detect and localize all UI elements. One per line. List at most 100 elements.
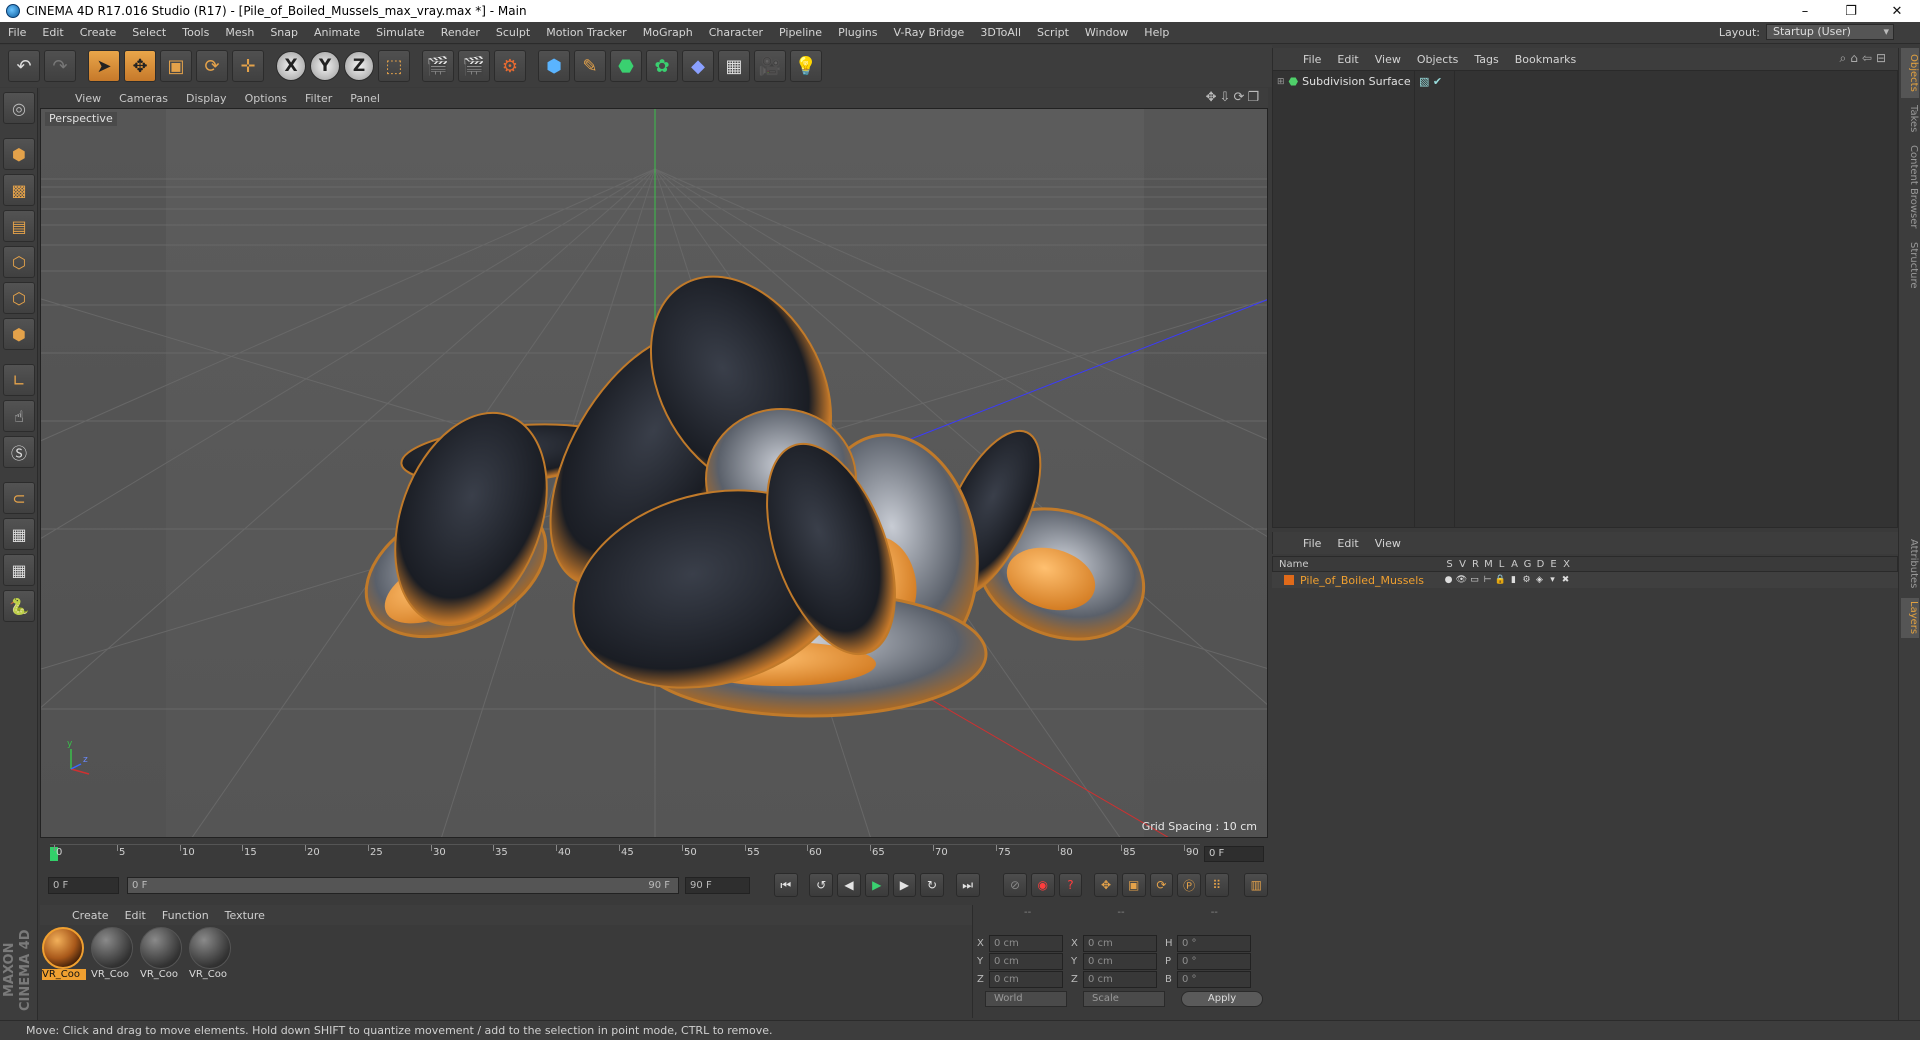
record-active-objects-icon[interactable]: ⊘ xyxy=(1003,873,1027,897)
render-view-icon[interactable]: 🎬 xyxy=(422,50,454,82)
menu-select[interactable]: Select xyxy=(124,26,174,39)
menu-character[interactable]: Character xyxy=(701,26,771,39)
close-button[interactable]: ✕ xyxy=(1874,0,1920,22)
coordinate-mode-dropdown[interactable]: Scale xyxy=(1083,991,1165,1007)
viewport-menu-options[interactable]: Options xyxy=(236,92,296,105)
autokeying-icon[interactable]: ◉ xyxy=(1030,873,1055,897)
object-visibility-check-icon[interactable]: ▧ ✔ xyxy=(1419,75,1442,88)
timeline[interactable]: 0 5 10 15 20 25 30 35 40 45 50 55 60 65 70 75 80 85 90 0 F xyxy=(40,840,1268,868)
tab-attributes[interactable]: Attributes xyxy=(1901,534,1919,594)
points-mode-icon[interactable]: ⬡ xyxy=(3,246,35,278)
viewport-menu-cameras[interactable]: Cameras xyxy=(110,92,177,105)
next-key-icon[interactable]: ↻ xyxy=(920,873,944,897)
timeline-ruler[interactable]: 0 5 10 15 20 25 30 35 40 45 50 55 60 65 70 75 80 85 90 xyxy=(50,844,1200,866)
x-axis-lock-icon[interactable]: X xyxy=(276,51,306,81)
render-toggle-icon[interactable]: ▭ xyxy=(1468,575,1481,585)
menu-animate[interactable]: Animate xyxy=(306,26,368,39)
go-to-end-icon[interactable]: ⏭ xyxy=(955,873,980,897)
lock-toggle-icon[interactable]: 🔒 xyxy=(1494,575,1507,585)
tweak-mode-icon[interactable]: ☝ xyxy=(3,400,35,432)
menu-window[interactable]: Window xyxy=(1077,26,1136,39)
object-menu-file[interactable]: File xyxy=(1295,53,1329,66)
timeline-window-icon[interactable]: ▥ xyxy=(1244,873,1269,897)
tab-structure[interactable]: Structure xyxy=(1901,238,1919,292)
menu-plugins[interactable]: Plugins xyxy=(830,26,885,39)
layer-menu-edit[interactable]: Edit xyxy=(1329,537,1366,550)
view-toggle-icon[interactable]: 👁 xyxy=(1455,575,1468,585)
menu-sculpt[interactable]: Sculpt xyxy=(488,26,538,39)
enable-axis-icon[interactable]: ∟ xyxy=(3,364,35,396)
layer-menu-view[interactable]: View xyxy=(1367,537,1409,550)
coordinate-space-dropdown[interactable]: World xyxy=(985,991,1067,1007)
render-to-picture-viewer-icon[interactable]: 🎬 xyxy=(458,50,490,82)
previous-frame-icon[interactable]: ◀ xyxy=(837,873,861,897)
floor-icon[interactable]: ▦ xyxy=(718,50,750,82)
position-z-field[interactable]: 0 cm xyxy=(989,971,1063,988)
z-axis-lock-icon[interactable]: Z xyxy=(344,51,374,81)
menu-3dtoall[interactable]: 3DToAll xyxy=(972,26,1029,39)
menu-script[interactable]: Script xyxy=(1029,26,1077,39)
planar-workplane-icon[interactable]: ▦ xyxy=(3,554,35,586)
position-x-field[interactable]: 0 cm xyxy=(989,935,1063,952)
pen-spline-icon[interactable]: ✎ xyxy=(574,50,606,82)
next-frame-icon[interactable]: ▶ xyxy=(892,873,917,897)
recent-tool-icon[interactable]: ✛ xyxy=(232,50,264,82)
material-swatch[interactable]: VR_Coo xyxy=(42,927,86,983)
menu-file[interactable]: File xyxy=(0,26,34,39)
rotate-tool-icon[interactable]: ⟳ xyxy=(196,50,228,82)
key-point-level-icon[interactable]: ⠿ xyxy=(1204,873,1229,897)
snapping-icon[interactable]: Ⓢ xyxy=(3,436,35,468)
key-position-icon[interactable]: ✥ xyxy=(1094,873,1118,897)
animation-toggle-icon[interactable]: ▮ xyxy=(1507,575,1520,585)
size-y-field[interactable]: 0 cm xyxy=(1083,953,1157,970)
size-z-field[interactable]: 0 cm xyxy=(1083,971,1157,988)
texture-mode-icon[interactable]: ▩ xyxy=(3,174,35,206)
material-menu-texture[interactable]: Texture xyxy=(217,909,273,922)
end-frame-field[interactable]: 90 F xyxy=(685,876,751,894)
tab-layers[interactable]: Layers xyxy=(1901,598,1919,638)
menu-tools[interactable]: Tools xyxy=(174,26,217,39)
subdivision-surface-icon[interactable]: ⬣ xyxy=(610,50,642,82)
rotation-h-field[interactable]: 0 ° xyxy=(1177,935,1251,952)
menu-edit[interactable]: Edit xyxy=(34,26,71,39)
python-icon[interactable]: 🐍 xyxy=(3,590,35,622)
expressions-toggle-icon[interactable]: ▾ xyxy=(1546,575,1559,585)
workplane-mode-icon[interactable]: ▤ xyxy=(3,210,35,242)
object-item-subdivision-surface[interactable]: ⊞ ⬣ Subdivision Surface xyxy=(1277,75,1411,88)
object-tree[interactable]: ⊞ ⬣ Subdivision Surface ▧ ✔ xyxy=(1272,70,1898,528)
go-to-start-icon[interactable]: ⏮ xyxy=(773,873,798,897)
edit-render-settings-icon[interactable]: ⚙ xyxy=(494,50,526,82)
make-editable-icon[interactable]: ◎ xyxy=(3,92,35,124)
y-axis-lock-icon[interactable]: Y xyxy=(310,51,340,81)
menu-simulate[interactable]: Simulate xyxy=(368,26,433,39)
light-icon[interactable]: 💡 xyxy=(790,50,822,82)
expand-toggle-icon[interactable]: ⊞ xyxy=(1277,77,1285,87)
tab-takes[interactable]: Takes xyxy=(1901,102,1919,136)
viewport-menu-panel[interactable]: Panel xyxy=(341,92,389,105)
menu-mograph[interactable]: MoGraph xyxy=(635,26,701,39)
current-frame-field[interactable]: 0 F xyxy=(1204,846,1264,862)
object-menu-objects[interactable]: Objects xyxy=(1409,53,1467,66)
material-menu-create[interactable]: Create xyxy=(64,909,117,922)
viewport-navigation-icons[interactable]: ✥⇩⟳❐ xyxy=(1206,90,1262,105)
polygons-mode-icon[interactable]: ⬢ xyxy=(3,318,35,350)
xref-toggle-icon[interactable]: ✖ xyxy=(1559,575,1572,585)
material-swatch[interactable]: VR_Coo xyxy=(140,927,184,983)
size-x-field[interactable]: 0 cm xyxy=(1083,935,1157,952)
restore-button[interactable]: ❐ xyxy=(1828,0,1874,22)
play-forward-icon[interactable]: ▶ xyxy=(864,873,889,897)
key-parameter-icon[interactable]: Ⓟ xyxy=(1177,873,1201,897)
start-frame-field[interactable]: 0 F xyxy=(48,876,120,894)
perspective-viewport[interactable]: y z Perspective Grid Spacing : 10 cm xyxy=(40,108,1268,838)
layer-menu-file[interactable]: File xyxy=(1295,537,1329,550)
material-swatch[interactable]: VR_Coo xyxy=(189,927,233,983)
apply-button[interactable]: Apply xyxy=(1181,991,1263,1007)
layer-row[interactable]: Pile_of_Boiled_Mussels ● 👁 ▭ ⊢ 🔒 ▮ ⚙ ◈ ▾… xyxy=(1272,572,1898,588)
object-menu-edit[interactable]: Edit xyxy=(1329,53,1366,66)
coordinate-system-icon[interactable]: ⬚ xyxy=(378,50,410,82)
key-rotation-icon[interactable]: ⟳ xyxy=(1149,873,1174,897)
previous-key-icon[interactable]: ↺ xyxy=(809,873,834,897)
layer-color-swatch[interactable] xyxy=(1284,575,1294,585)
scale-tool-icon[interactable]: ▣ xyxy=(160,50,192,82)
rotation-b-field[interactable]: 0 ° xyxy=(1177,971,1251,988)
